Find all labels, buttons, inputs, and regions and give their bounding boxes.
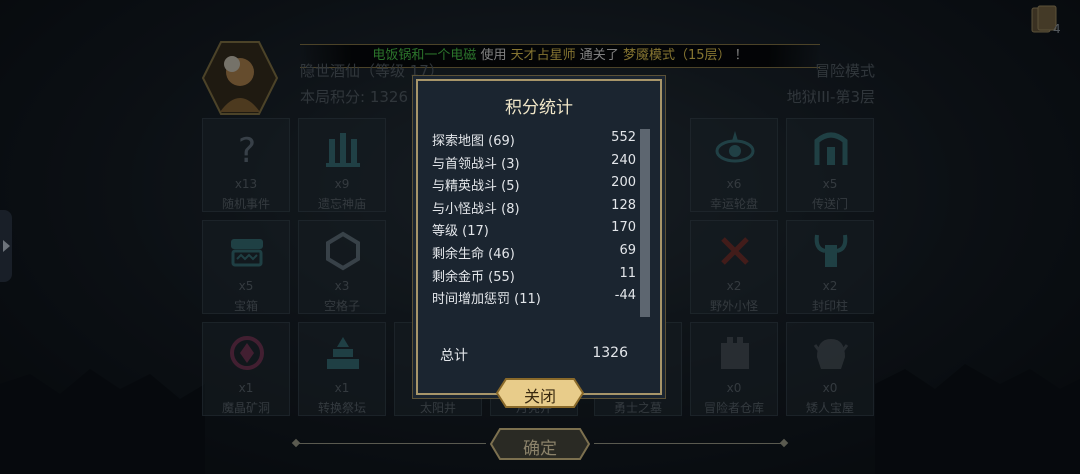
score-row-name: 与首领战斗 (3) <box>432 156 520 172</box>
score-row-value: 552 <box>611 130 636 145</box>
score-row: 时间增加惩罚 (11) -44 <box>432 285 636 308</box>
close-button[interactable]: 关闭 <box>496 378 584 408</box>
score-row-name: 与精英战斗 (5) <box>432 179 520 195</box>
score-row: 剩余金币 (55) 11 <box>432 263 636 286</box>
score-row-name: 等级 (17) <box>432 224 489 240</box>
score-row-name: 探索地图 (69) <box>432 134 515 149</box>
score-row-value: -44 <box>614 288 636 304</box>
score-list: 探索地图 (69) 552 与首领战斗 (3) 240 与精英战斗 (5) 200 与… <box>432 127 636 308</box>
score-row-value: 200 <box>611 175 636 191</box>
divider-right <box>594 443 784 444</box>
total-value: 1326 <box>592 345 628 361</box>
score-row-name: 剩余生命 (46) <box>432 246 515 262</box>
score-row-value: 170 <box>611 220 636 236</box>
score-row-name: 与小怪战斗 (8) <box>432 201 520 217</box>
score-row-value: 240 <box>611 152 636 168</box>
close-label: 关闭 <box>523 387 556 406</box>
score-row: 与首领战斗 (3) 240 <box>432 150 636 173</box>
modal-title: 积分统计 <box>505 98 573 118</box>
score-row-value: 11 <box>619 265 636 281</box>
score-modal: 积分统计 探索地图 (69) 552 与首领战斗 (3) 240 与精英战斗 (5)… <box>416 79 662 395</box>
score-row-value: 128 <box>611 197 636 213</box>
total-label: 总计 <box>440 348 468 364</box>
score-row: 与小怪战斗 (8) 128 <box>432 195 636 218</box>
score-row: 与精英战斗 (5) 200 <box>432 172 636 195</box>
scrollbar[interactable] <box>640 129 650 317</box>
confirm-label: 确定 <box>523 439 557 459</box>
score-row-name: 时间增加惩罚 (11) <box>432 292 541 308</box>
score-row: 剩余生命 (46) 69 <box>432 240 636 263</box>
score-row-value: 69 <box>619 242 636 258</box>
score-row-name: 剩余金币 (55) <box>432 269 515 285</box>
score-row: 探索地图 (69) 552 <box>432 127 636 150</box>
confirm-button[interactable]: 确定 <box>490 428 590 460</box>
divider-left <box>296 443 486 444</box>
score-row: 等级 (17) 170 <box>432 217 636 240</box>
